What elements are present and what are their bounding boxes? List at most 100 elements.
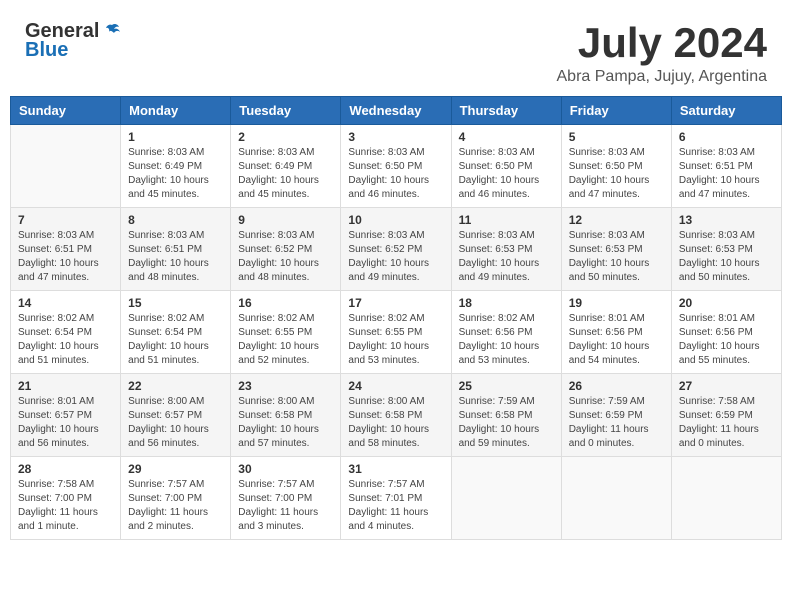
calendar-cell [11, 125, 121, 208]
day-info: Sunrise: 7:58 AM Sunset: 7:00 PM Dayligh… [18, 478, 113, 534]
main-title: July 2024 [557, 20, 768, 66]
day-number: 23 [238, 379, 333, 393]
calendar-week-row: 14 Sunrise: 8:02 AM Sunset: 6:54 PM Dayli… [11, 291, 782, 374]
day-info: Sunrise: 8:03 AM Sunset: 6:52 PM Dayligh… [348, 229, 443, 285]
day-number: 14 [18, 296, 113, 310]
day-info: Sunrise: 7:59 AM Sunset: 6:59 PM Dayligh… [569, 395, 664, 451]
day-number: 5 [569, 130, 664, 144]
day-info: Sunrise: 7:57 AM Sunset: 7:00 PM Dayligh… [238, 478, 333, 534]
day-info: Sunrise: 8:02 AM Sunset: 6:56 PM Dayligh… [459, 312, 554, 368]
calendar-cell [561, 457, 671, 540]
day-number: 10 [348, 213, 443, 227]
day-number: 17 [348, 296, 443, 310]
day-info: Sunrise: 8:03 AM Sunset: 6:50 PM Dayligh… [348, 146, 443, 202]
day-info: Sunrise: 8:03 AM Sunset: 6:50 PM Dayligh… [569, 146, 664, 202]
day-number: 21 [18, 379, 113, 393]
day-info: Sunrise: 8:01 AM Sunset: 6:56 PM Dayligh… [679, 312, 774, 368]
day-number: 18 [459, 296, 554, 310]
day-info: Sunrise: 8:00 AM Sunset: 6:58 PM Dayligh… [348, 395, 443, 451]
calendar-cell: 13Sunrise: 8:03 AM Sunset: 6:53 PM Dayli… [671, 208, 781, 291]
calendar-cell: 14 Sunrise: 8:02 AM Sunset: 6:54 PM Dayli… [11, 291, 121, 374]
calendar-cell: 10 Sunrise: 8:03 AM Sunset: 6:52 PM Dayli… [341, 208, 451, 291]
day-info: Sunrise: 8:01 AM Sunset: 6:56 PM Dayligh… [569, 312, 664, 368]
day-info: Sunrise: 8:02 AM Sunset: 6:54 PM Dayligh… [18, 312, 113, 368]
day-number: 27 [679, 379, 774, 393]
calendar-cell: 15 Sunrise: 8:02 AM Sunset: 6:54 PM Dayli… [121, 291, 231, 374]
day-info: Sunrise: 8:03 AM Sunset: 6:52 PM Dayligh… [238, 229, 333, 285]
day-number: 26 [569, 379, 664, 393]
calendar-cell: 5 Sunrise: 8:03 AM Sunset: 6:50 PM Daylig… [561, 125, 671, 208]
calendar-cell: 18 Sunrise: 8:02 AM Sunset: 6:56 PM Dayli… [451, 291, 561, 374]
calendar-cell: 19 Sunrise: 8:01 AM Sunset: 6:56 PM Dayli… [561, 291, 671, 374]
day-number: 19 [569, 296, 664, 310]
day-number: 4 [459, 130, 554, 144]
calendar-cell: 4 Sunrise: 8:03 AM Sunset: 6:50 PM Daylig… [451, 125, 561, 208]
logo: General Blue [25, 20, 123, 62]
day-info: Sunrise: 8:02 AM Sunset: 6:54 PM Dayligh… [128, 312, 223, 368]
calendar-cell: 28 Sunrise: 7:58 AM Sunset: 7:00 PM Dayli… [11, 457, 121, 540]
day-number: 3 [348, 130, 443, 144]
day-number: 25 [459, 379, 554, 393]
calendar-cell: 27Sunrise: 7:58 AM Sunset: 6:59 PM Dayli… [671, 374, 781, 457]
logo-bird-icon [101, 21, 123, 43]
day-number: 22 [128, 379, 223, 393]
day-header-friday: Friday [561, 97, 671, 125]
day-number: 20 [679, 296, 774, 310]
calendar-cell: 17 Sunrise: 8:02 AM Sunset: 6:55 PM Dayli… [341, 291, 451, 374]
day-number: 12 [569, 213, 664, 227]
day-info: Sunrise: 8:03 AM Sunset: 6:53 PM Dayligh… [459, 229, 554, 285]
day-info: Sunrise: 8:03 AM Sunset: 6:51 PM Dayligh… [679, 146, 774, 202]
calendar-cell: 26 Sunrise: 7:59 AM Sunset: 6:59 PM Dayli… [561, 374, 671, 457]
calendar-cell: 3 Sunrise: 8:03 AM Sunset: 6:50 PM Daylig… [341, 125, 451, 208]
header: General Blue July 2024 Abra Pampa, Jujuy… [10, 10, 782, 91]
day-info: Sunrise: 8:03 AM Sunset: 6:53 PM Dayligh… [679, 229, 774, 285]
day-info: Sunrise: 8:02 AM Sunset: 6:55 PM Dayligh… [348, 312, 443, 368]
day-info: Sunrise: 8:00 AM Sunset: 6:57 PM Dayligh… [128, 395, 223, 451]
day-info: Sunrise: 7:57 AM Sunset: 7:00 PM Dayligh… [128, 478, 223, 534]
day-number: 8 [128, 213, 223, 227]
day-info: Sunrise: 8:03 AM Sunset: 6:50 PM Dayligh… [459, 146, 554, 202]
calendar-cell: 12 Sunrise: 8:03 AM Sunset: 6:53 PM Dayli… [561, 208, 671, 291]
day-info: Sunrise: 7:59 AM Sunset: 6:58 PM Dayligh… [459, 395, 554, 451]
day-number: 15 [128, 296, 223, 310]
day-number: 29 [128, 462, 223, 476]
day-number: 1 [128, 130, 223, 144]
subtitle: Abra Pampa, Jujuy, Argentina [557, 68, 768, 86]
logo-blue-text: Blue [25, 39, 68, 62]
day-number: 24 [348, 379, 443, 393]
calendar-cell: 25 Sunrise: 7:59 AM Sunset: 6:58 PM Dayli… [451, 374, 561, 457]
day-number: 7 [18, 213, 113, 227]
calendar-cell: 31Sunrise: 7:57 AM Sunset: 7:01 PM Dayli… [341, 457, 451, 540]
day-header-tuesday: Tuesday [231, 97, 341, 125]
day-info: Sunrise: 8:03 AM Sunset: 6:53 PM Dayligh… [569, 229, 664, 285]
calendar-cell: 2Sunrise: 8:03 AM Sunset: 6:49 PM Daylig… [231, 125, 341, 208]
calendar-cell: 6Sunrise: 8:03 AM Sunset: 6:51 PM Daylig… [671, 125, 781, 208]
calendar-cell: 16Sunrise: 8:02 AM Sunset: 6:55 PM Dayli… [231, 291, 341, 374]
calendar-cell: 21Sunrise: 8:01 AM Sunset: 6:57 PM Dayli… [11, 374, 121, 457]
day-info: Sunrise: 8:03 AM Sunset: 6:51 PM Dayligh… [18, 229, 113, 285]
calendar-cell: 1Sunrise: 8:03 AM Sunset: 6:49 PM Daylig… [121, 125, 231, 208]
day-info: Sunrise: 8:03 AM Sunset: 6:49 PM Dayligh… [238, 146, 333, 202]
calendar-cell: 9 Sunrise: 8:03 AM Sunset: 6:52 PM Daylig… [231, 208, 341, 291]
calendar-week-row: 7 Sunrise: 8:03 AM Sunset: 6:51 PM Daylig… [11, 208, 782, 291]
calendar-cell: 24 Sunrise: 8:00 AM Sunset: 6:58 PM Dayli… [341, 374, 451, 457]
calendar-week-row: 1 Sunrise: 8:03 AM Sunset: 6:49 PM Daylig… [11, 125, 782, 208]
calendar-cell: 8Sunrise: 8:03 AM Sunset: 6:51 PM Daylig… [121, 208, 231, 291]
title-block: July 2024 Abra Pampa, Jujuy, Argentina [557, 20, 768, 86]
calendar-cell: 22 Sunrise: 8:00 AM Sunset: 6:57 PM Dayli… [121, 374, 231, 457]
calendar-cell [671, 457, 781, 540]
calendar-cell: 20 Sunrise: 8:01 AM Sunset: 6:56 PM Dayli… [671, 291, 781, 374]
day-header-sunday: Sunday [11, 97, 121, 125]
day-number: 28 [18, 462, 113, 476]
calendar-cell: 29 Sunrise: 7:57 AM Sunset: 7:00 PM Dayli… [121, 457, 231, 540]
calendar-cell: 11Sunrise: 8:03 AM Sunset: 6:53 PM Dayli… [451, 208, 561, 291]
day-header-saturday: Saturday [671, 97, 781, 125]
calendar-cell [451, 457, 561, 540]
calendar-week-row: 28 Sunrise: 7:58 AM Sunset: 7:00 PM Dayli… [11, 457, 782, 540]
day-number: 16 [238, 296, 333, 310]
calendar-week-row: 21Sunrise: 8:01 AM Sunset: 6:57 PM Dayli… [11, 374, 782, 457]
day-number: 9 [238, 213, 333, 227]
calendar-table: SundayMondayTuesdayWednesdayThursdayFrid… [10, 96, 782, 540]
day-info: Sunrise: 8:00 AM Sunset: 6:58 PM Dayligh… [238, 395, 333, 451]
day-number: 31 [348, 462, 443, 476]
